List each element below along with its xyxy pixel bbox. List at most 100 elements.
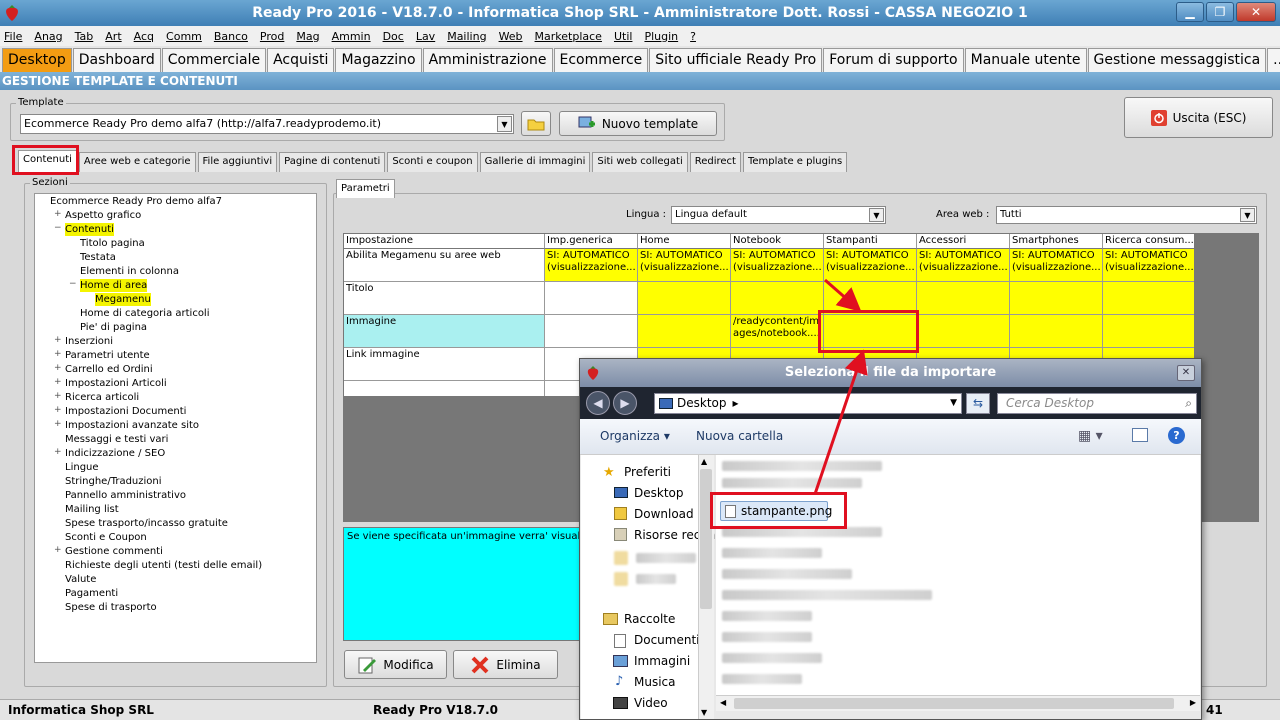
- tab-acquisti[interactable]: Acquisti: [267, 48, 335, 72]
- nav-favorites[interactable]: Preferiti: [624, 465, 671, 479]
- expand-icon[interactable]: +: [54, 447, 62, 457]
- view-options-icon[interactable]: ▦ ▾: [1078, 428, 1103, 444]
- menu-marketplace[interactable]: Marketplace: [535, 30, 602, 43]
- menu-prod[interactable]: Prod: [260, 30, 284, 43]
- menu-art[interactable]: Art: [105, 30, 121, 43]
- tab-commerciale[interactable]: Commerciale: [161, 48, 267, 72]
- tree-item-home-di-area[interactable]: Home di area: [80, 279, 148, 292]
- grid-cell[interactable]: [917, 315, 1010, 348]
- open-folder-button[interactable]: [521, 111, 551, 136]
- tree-item-pagamenti[interactable]: Pagamenti: [65, 587, 118, 600]
- tab-sito-ufficiale[interactable]: Sito ufficiale Ready Pro: [649, 48, 823, 72]
- grid-cell[interactable]: [731, 282, 824, 315]
- column-header[interactable]: Home: [638, 234, 731, 249]
- modify-button[interactable]: Modifica: [344, 650, 447, 679]
- grid-cell[interactable]: SI: AUTOMATICO (visualizzazione...: [731, 249, 824, 282]
- tree-item-inserzioni[interactable]: Inserzioni: [65, 335, 113, 348]
- tree-item-impostazioni-articoli[interactable]: Impostazioni Articoli: [65, 377, 167, 390]
- tree-item-aspetto-grafico[interactable]: Aspetto grafico: [65, 209, 141, 222]
- menu-comm[interactable]: Comm: [166, 30, 202, 43]
- exit-button[interactable]: Uscita (ESC): [1124, 97, 1273, 138]
- tree-item-gestione-commenti[interactable]: Gestione commenti: [65, 545, 163, 558]
- grid-cell[interactable]: SI: AUTOMATICO (visualizzazione...: [1103, 249, 1194, 282]
- expand-icon[interactable]: +: [54, 377, 62, 387]
- files-scroll-thumb[interactable]: [734, 698, 1174, 709]
- tree-item-contenuti[interactable]: Contenuti: [65, 223, 114, 236]
- tab-ecommerce[interactable]: Ecommerce: [553, 48, 649, 72]
- column-header[interactable]: Accessori: [917, 234, 1010, 249]
- nav-images[interactable]: Immagini: [634, 654, 690, 668]
- nav-video[interactable]: Video: [634, 696, 668, 710]
- lingua-select[interactable]: Lingua default ▼: [671, 206, 886, 224]
- row-name[interactable]: Abilita Megamenu su aree web: [344, 249, 545, 282]
- tree-item-parametri-utente[interactable]: Parametri utente: [65, 349, 150, 362]
- new-folder-button[interactable]: Nuova cartella: [696, 429, 783, 443]
- menu-ammin[interactable]: Ammin: [332, 30, 371, 43]
- close-button[interactable]: ✕: [1236, 2, 1276, 22]
- path-input[interactable]: Desktop ▸ ▼: [654, 393, 962, 414]
- column-header[interactable]: Smartphones: [1010, 234, 1103, 249]
- nav-music[interactable]: Musica: [634, 675, 676, 689]
- tab-manuale[interactable]: Manuale utente: [964, 48, 1087, 72]
- subtab-redirect[interactable]: Redirect: [689, 152, 741, 172]
- tree-item-lingue[interactable]: Lingue: [65, 461, 99, 474]
- dialog-close-button[interactable]: ✕: [1177, 365, 1195, 381]
- expand-icon[interactable]: +: [54, 363, 62, 373]
- column-header[interactable]: Ricerca consum...: [1103, 234, 1194, 249]
- collapse-icon[interactable]: −: [54, 223, 62, 233]
- scroll-left-icon[interactable]: ◀: [720, 698, 726, 707]
- grid-cell[interactable]: [545, 282, 638, 315]
- grid-cell[interactable]: [1010, 282, 1103, 315]
- grid-cell[interactable]: /readycontent/im ages/notebook....: [731, 315, 824, 348]
- menu-tab[interactable]: Tab: [75, 30, 94, 43]
- subtab-template-plugins[interactable]: Template e plugins: [742, 152, 848, 172]
- area-select[interactable]: Tutti ▼: [996, 206, 1257, 224]
- subtab-pagine[interactable]: Pagine di contenuti: [279, 152, 386, 172]
- grid-cell[interactable]: [545, 315, 638, 348]
- tree-item-carrello-ed-ordini[interactable]: Carrello ed Ordini: [65, 363, 153, 376]
- tab-parametri[interactable]: Parametri: [336, 179, 395, 198]
- grid-cell[interactable]: [638, 315, 731, 348]
- scroll-right-icon[interactable]: ▶: [1190, 698, 1196, 707]
- menu-mailing[interactable]: Mailing: [447, 30, 486, 43]
- tree-item-spese-di-trasporto[interactable]: Spese di trasporto: [65, 601, 157, 614]
- column-header[interactable]: Stampanti: [824, 234, 917, 249]
- menu-anag[interactable]: Anag: [34, 30, 62, 43]
- nav-documents[interactable]: Documenti: [634, 633, 700, 647]
- tab-amministrazione[interactable]: Amministrazione: [422, 48, 553, 72]
- forward-arrow-icon[interactable]: ▶: [613, 391, 637, 415]
- menu-lav[interactable]: Lav: [416, 30, 435, 43]
- subtab-aree-web[interactable]: Aree web e categorie: [78, 152, 196, 172]
- expand-icon[interactable]: +: [54, 391, 62, 401]
- tab-forum[interactable]: Forum di supporto: [823, 48, 964, 72]
- delete-button[interactable]: Elimina: [453, 650, 558, 679]
- tree-item-home-di-categoria-articoli[interactable]: Home di categoria articoli: [80, 307, 210, 320]
- grid-cell[interactable]: [917, 282, 1010, 315]
- tree-item-valute[interactable]: Valute: [65, 573, 96, 586]
- menu-plugin[interactable]: Plugin: [644, 30, 678, 43]
- expand-icon[interactable]: +: [54, 405, 62, 415]
- refresh-icon[interactable]: ⇆: [966, 393, 990, 414]
- row-name[interactable]: Link immagine: [344, 348, 545, 381]
- subtab-gallerie[interactable]: Gallerie di immagini: [479, 152, 591, 172]
- template-select[interactable]: Ecommerce Ready Pro demo alfa7 (http://a…: [20, 114, 514, 134]
- tab-more[interactable]: ...: [1267, 48, 1280, 72]
- menu-acq[interactable]: Acq: [134, 30, 154, 43]
- tab-magazzino[interactable]: Magazzino: [335, 48, 422, 72]
- column-header[interactable]: Notebook: [731, 234, 824, 249]
- expand-icon[interactable]: +: [54, 349, 62, 359]
- column-header[interactable]: Imp.generica: [545, 234, 638, 249]
- tree-item-pannello-amministrativo[interactable]: Pannello amministrativo: [65, 489, 186, 502]
- help-icon[interactable]: ?: [1168, 427, 1185, 444]
- grid-cell[interactable]: SI: AUTOMATICO (visualizzazione...: [545, 249, 638, 282]
- tree-item-impostazioni-avanzate-sito[interactable]: Impostazioni avanzate sito: [65, 419, 199, 432]
- tree-root[interactable]: Ecommerce Ready Pro demo alfa7: [50, 195, 222, 208]
- menu-web[interactable]: Web: [499, 30, 523, 43]
- menu-help[interactable]: ?: [690, 30, 696, 43]
- column-header[interactable]: Impostazione: [344, 234, 545, 249]
- search-input[interactable]: Cerca Desktop ⌕: [997, 393, 1197, 414]
- expand-icon[interactable]: +: [54, 335, 62, 345]
- menu-doc[interactable]: Doc: [383, 30, 404, 43]
- organize-button[interactable]: Organizza ▾: [600, 429, 670, 443]
- tree-item-titolo-pagina[interactable]: Titolo pagina: [80, 237, 145, 250]
